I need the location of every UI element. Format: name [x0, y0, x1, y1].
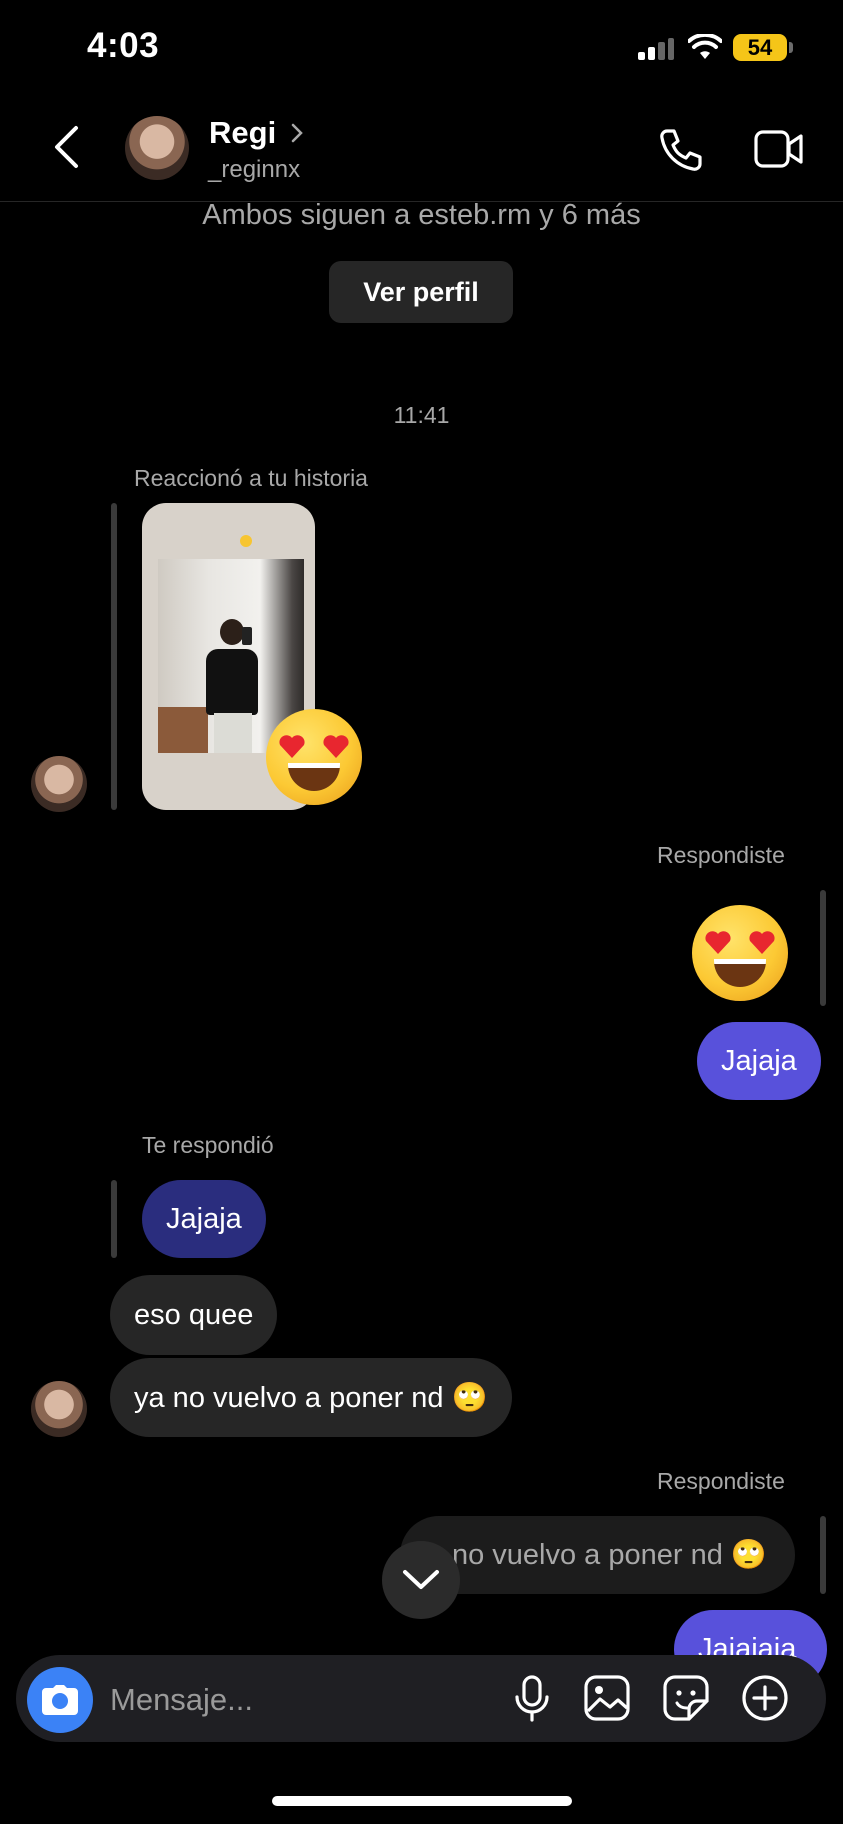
contact-avatar-small[interactable] [31, 756, 87, 812]
quote-bar [820, 1516, 826, 1594]
view-profile-button[interactable]: Ver perfil [329, 261, 513, 323]
incoming-message[interactable]: eso quee [110, 1275, 278, 1355]
home-indicator[interactable] [272, 1796, 572, 1806]
video-camera-icon[interactable] [754, 128, 804, 170]
story-person-legs [214, 713, 252, 753]
scroll-to-bottom-button[interactable] [382, 1541, 460, 1619]
reply-label: Respondiste [657, 842, 785, 868]
mutual-followers-text: Ambos siguen a esteb.rm y 6 más [202, 199, 641, 231]
phone-icon[interactable] [657, 126, 705, 174]
incoming-message[interactable]: ya no vuelvo a poner nd 🙄 [110, 1358, 512, 1437]
camera-icon [42, 1685, 78, 1715]
battery-indicator: 54 [733, 34, 787, 61]
outgoing-message[interactable]: Jajaja [697, 1022, 821, 1100]
message-input[interactable] [110, 1672, 490, 1728]
microphone-icon[interactable] [507, 1673, 557, 1723]
heart-eyes-reaction-icon [266, 709, 362, 805]
quoted-message[interactable]: Jajaja [142, 1180, 266, 1258]
quote-bar [111, 1180, 117, 1258]
story-sticker [240, 535, 252, 547]
wifi-icon [688, 34, 722, 59]
gallery-icon[interactable] [582, 1673, 632, 1723]
quote-bar [111, 503, 117, 810]
chevron-right-icon[interactable] [290, 122, 304, 144]
reply-label: Respondiste [657, 1468, 785, 1494]
contact-avatar[interactable] [125, 116, 189, 180]
story-reaction-label: Reaccionó a tu historia [134, 465, 368, 491]
back-icon[interactable] [52, 125, 82, 169]
status-time: 4:03 [87, 26, 160, 65]
contact-name[interactable]: Regi [209, 115, 276, 151]
story-person-body [206, 649, 258, 715]
story-phone [242, 627, 252, 645]
battery-cap [789, 42, 793, 53]
sticker-icon[interactable] [661, 1673, 711, 1723]
contact-avatar-small[interactable] [31, 1381, 87, 1437]
camera-button[interactable] [27, 1667, 93, 1733]
thread-timestamp: 11:41 [393, 402, 450, 428]
story-floor [158, 707, 208, 753]
story-person [220, 619, 244, 645]
plus-icon[interactable] [740, 1673, 790, 1723]
quote-bar [820, 890, 826, 1006]
cellular-signal-icon [638, 38, 674, 60]
contact-handle[interactable]: _reginnx [208, 156, 300, 184]
reply-label: Te respondió [142, 1132, 274, 1158]
chevron-down-icon [403, 1570, 439, 1589]
heart-eyes-emoji-icon [692, 905, 788, 1001]
